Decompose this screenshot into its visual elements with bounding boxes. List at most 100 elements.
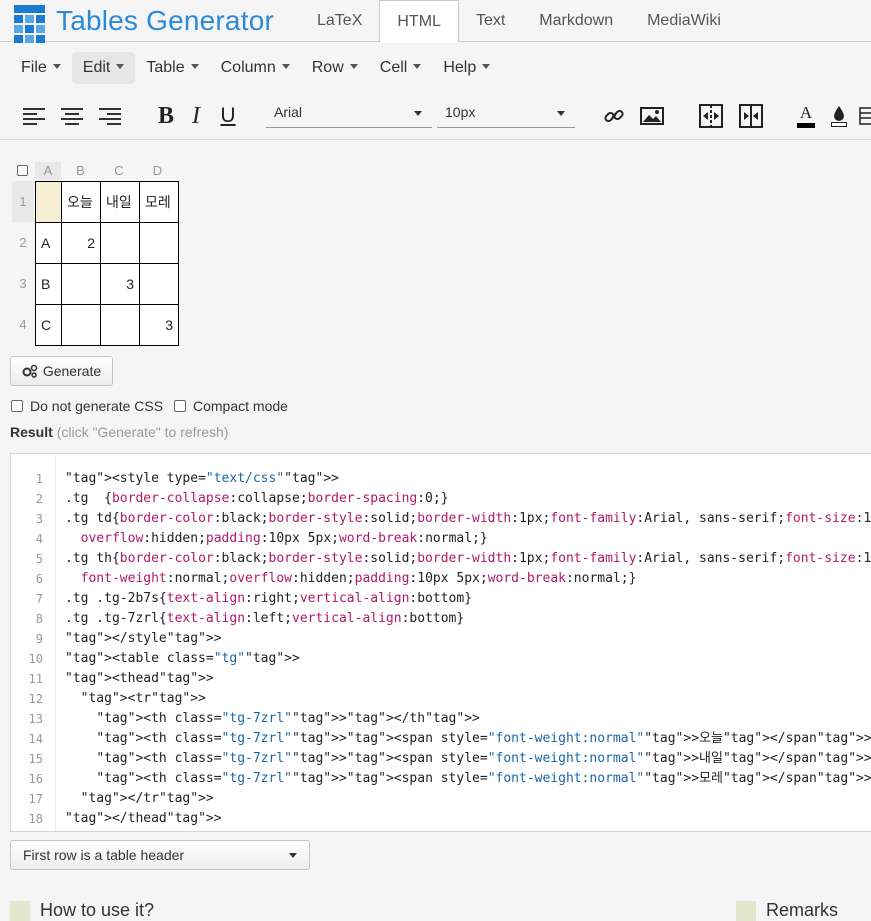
- section-marker: [10, 900, 30, 921]
- table-cell[interactable]: 3: [100, 263, 140, 305]
- font-family-select[interactable]: Arial: [266, 100, 432, 128]
- table-cell[interactable]: [35, 181, 62, 223]
- font-size-select[interactable]: 10px: [437, 100, 575, 128]
- table-cell[interactable]: C: [35, 304, 62, 346]
- row-header-2[interactable]: 2: [12, 222, 34, 263]
- no-css-checkbox[interactable]: [11, 400, 23, 412]
- table-cell[interactable]: [61, 263, 101, 305]
- table-cell[interactable]: 오늘: [61, 181, 101, 223]
- row-header-1[interactable]: 1: [12, 181, 34, 222]
- table-row: C 3: [35, 304, 179, 346]
- section-title: How to use it?: [40, 900, 155, 920]
- table-logo-icon: [14, 5, 46, 43]
- table-editor-grid: 오늘 내일 모레 A 2 B 3 C 3: [35, 181, 179, 346]
- background-color-button[interactable]: [828, 100, 850, 132]
- table-cell[interactable]: A: [35, 222, 62, 264]
- section-how-to-use: How to use it?: [10, 900, 154, 921]
- code-text: "tag"><style type="text/css""tag">>: [65, 471, 339, 486]
- tab-markdown[interactable]: Markdown: [522, 0, 630, 42]
- format-tabs: LaTeX HTML Text Markdown MediaWiki: [300, 0, 738, 43]
- table-cell[interactable]: B: [35, 263, 62, 305]
- row-header-4[interactable]: 4: [12, 304, 34, 345]
- table-cell[interactable]: 모레: [139, 181, 179, 223]
- line-number: 5: [35, 552, 43, 566]
- header-option-value: First row is a table header: [23, 847, 185, 863]
- line-number: 16: [28, 772, 43, 786]
- italic-button[interactable]: I: [186, 100, 206, 132]
- table-cell[interactable]: [61, 304, 101, 346]
- menu-help[interactable]: Help: [432, 52, 501, 84]
- align-right-button[interactable]: [96, 100, 124, 132]
- caret-down-icon: [349, 64, 358, 69]
- table-cell[interactable]: [100, 304, 140, 346]
- table-row: 오늘 내일 모레: [35, 181, 179, 223]
- caret-down-icon: [52, 64, 61, 69]
- generate-button[interactable]: Generate: [10, 356, 113, 386]
- line-number: 10: [28, 652, 43, 666]
- image-icon: [640, 107, 664, 125]
- line-number-gutter: [55, 454, 56, 831]
- code-text: "tag"></tr"tag">>: [80, 791, 214, 806]
- column-header-a[interactable]: A: [35, 162, 61, 180]
- code-text: "tag"><tr"tag">>: [80, 691, 206, 706]
- code-text: .tg td{border-color:black;border-style:s…: [65, 511, 871, 526]
- row-header-3[interactable]: 3: [12, 263, 34, 304]
- table-cell[interactable]: [100, 222, 140, 264]
- menu-table-label: Table: [146, 59, 185, 76]
- select-all-checkbox[interactable]: [17, 165, 28, 176]
- table-cell[interactable]: 내일: [100, 181, 140, 223]
- tab-html[interactable]: HTML: [379, 0, 459, 43]
- tab-mediawiki[interactable]: MediaWiki: [630, 0, 738, 42]
- column-header-b[interactable]: B: [61, 162, 100, 180]
- menu-file[interactable]: File: [10, 52, 72, 84]
- code-text: .tg {border-collapse:collapse;border-spa…: [65, 491, 449, 506]
- link-button[interactable]: [600, 100, 628, 132]
- code-text: "tag"><thead"tag">>: [65, 671, 214, 686]
- line-number: 6: [35, 572, 43, 586]
- table-cell[interactable]: 2: [61, 222, 101, 264]
- line-number: 2: [35, 492, 43, 506]
- code-text: .tg .tg-2b7s{text-align:right;vertical-a…: [65, 591, 473, 606]
- tab-text[interactable]: Text: [459, 0, 522, 42]
- logo[interactable]: Tables Generator: [14, 4, 274, 43]
- table-cell[interactable]: 3: [139, 304, 179, 346]
- split-cells-button[interactable]: [737, 100, 765, 132]
- table-style-button[interactable]: [858, 100, 871, 132]
- menu-help-label: Help: [443, 59, 477, 76]
- background-color-swatch: [831, 122, 847, 127]
- code-text: overflow:hidden;padding:10px 5px;word-br…: [80, 531, 488, 546]
- table-cell[interactable]: [139, 263, 179, 305]
- caret-down-icon: [414, 111, 422, 116]
- line-number: 17: [28, 792, 43, 806]
- section-remarks: Remarks: [736, 900, 838, 921]
- merge-cells-button[interactable]: [697, 100, 725, 132]
- menu-edit[interactable]: Edit: [71, 52, 136, 84]
- table-icon: [859, 107, 871, 125]
- compact-mode-checkbox[interactable]: [174, 400, 186, 412]
- menu-column[interactable]: Column: [210, 52, 301, 84]
- menu-row[interactable]: Row: [301, 52, 369, 84]
- code-text: "tag"><table class="tg""tag">>: [65, 651, 300, 666]
- menu-row-label: Row: [311, 59, 344, 76]
- table-cell[interactable]: [139, 222, 179, 264]
- table-row: A 2: [35, 222, 179, 264]
- menu-table[interactable]: Table: [135, 52, 209, 84]
- underline-button[interactable]: U: [216, 100, 240, 132]
- tab-latex[interactable]: LaTeX: [300, 0, 379, 42]
- bold-button[interactable]: B: [154, 100, 178, 132]
- table-row: B 3: [35, 263, 179, 305]
- code-text: "tag"></thead"tag">>: [65, 811, 222, 826]
- menu-cell[interactable]: Cell: [369, 52, 433, 84]
- column-header-c[interactable]: C: [100, 162, 138, 180]
- align-center-button[interactable]: [58, 100, 86, 132]
- column-header-d[interactable]: D: [138, 162, 177, 180]
- paint-drop-icon: [834, 106, 844, 121]
- align-center-icon: [61, 107, 83, 125]
- caret-down-icon: [557, 111, 565, 116]
- align-left-button[interactable]: [20, 100, 48, 132]
- generated-code-editor[interactable]: 1 "tag"><style type="text/css""tag">> 2 .tg…: [10, 453, 871, 832]
- text-color-icon: A: [799, 102, 813, 122]
- text-color-button[interactable]: A: [795, 100, 817, 132]
- image-button[interactable]: [638, 100, 666, 132]
- header-option-select[interactable]: First row is a table header: [10, 840, 310, 870]
